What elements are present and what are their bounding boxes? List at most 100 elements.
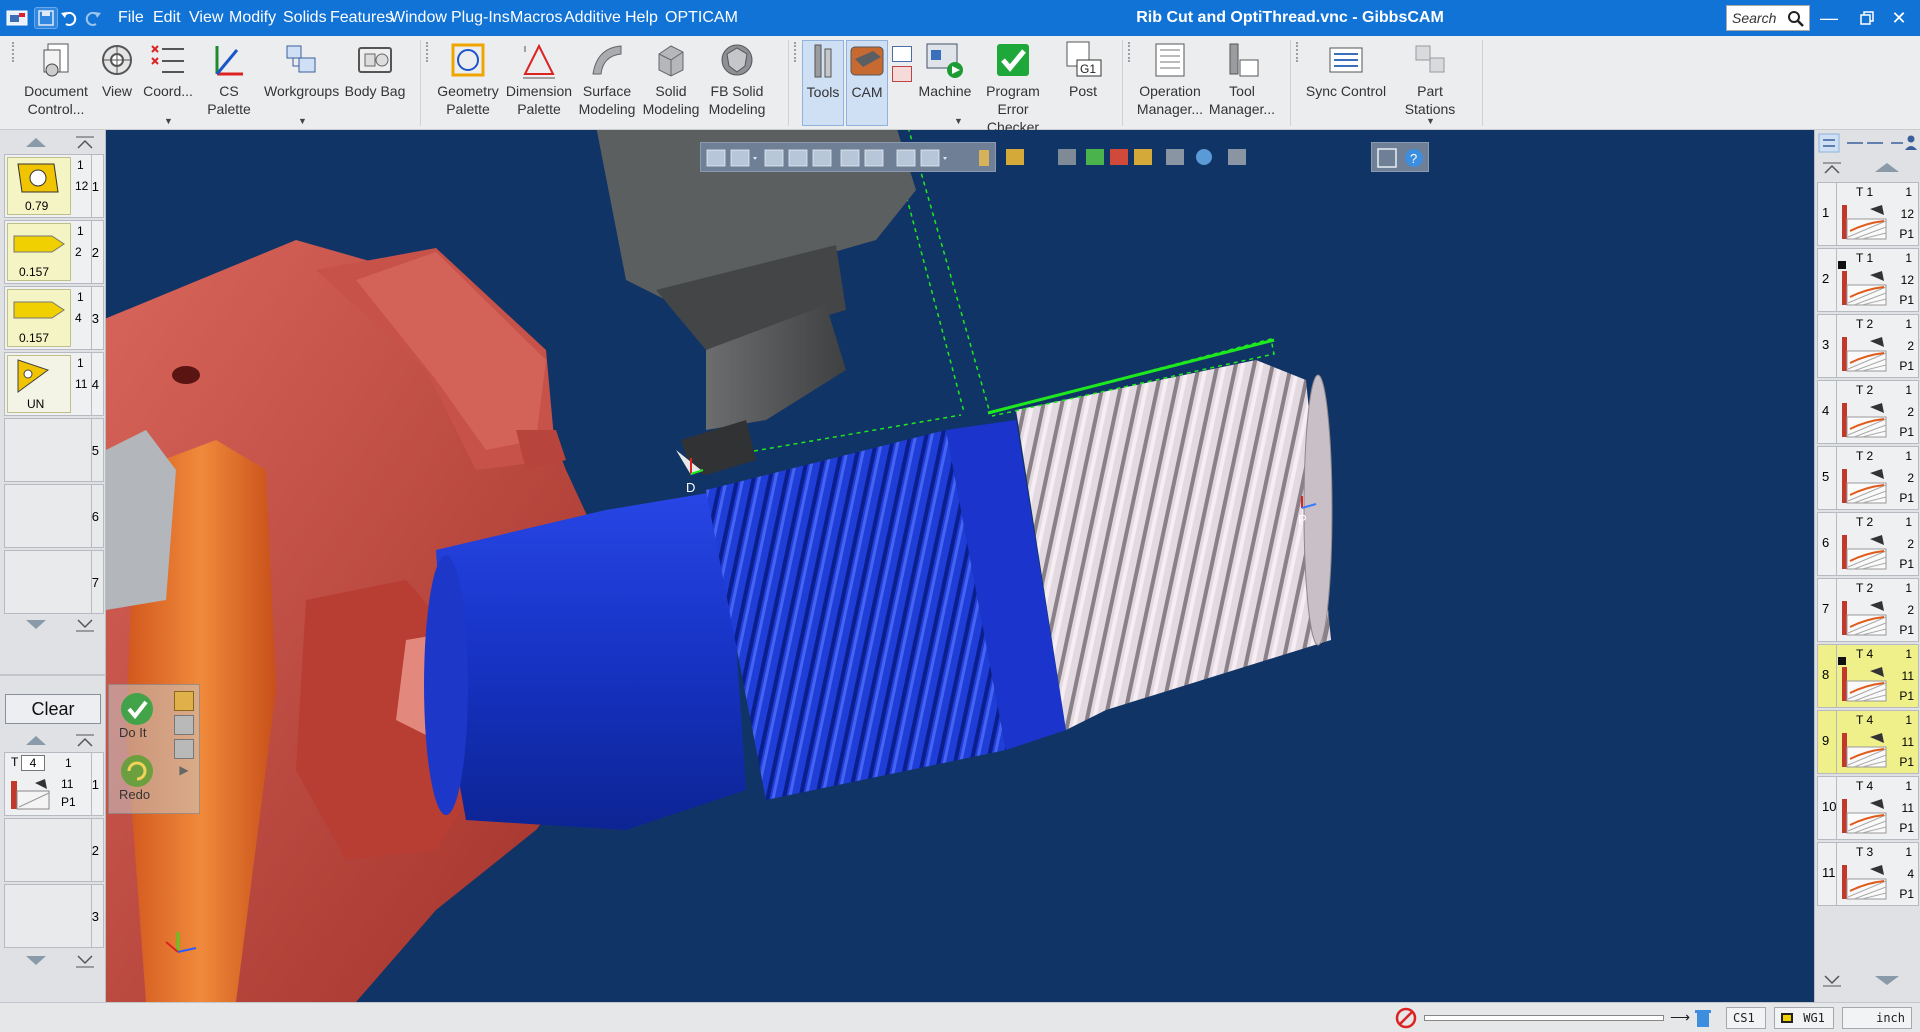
tool-display-icon[interactable] (1134, 149, 1152, 165)
zoom-fit-icon[interactable] (706, 149, 726, 167)
coordinate-system-field[interactable]: CS1 (1726, 1007, 1766, 1029)
tool-slot[interactable]: 7 (4, 550, 104, 614)
operation-scroll-up-icon[interactable] (1817, 160, 1919, 176)
operation-item[interactable]: 7 T 2 1 2 P1 (1817, 578, 1919, 642)
undo-icon[interactable] (58, 7, 82, 29)
menu-macros[interactable]: Macros (510, 9, 562, 27)
menu-file[interactable]: File (118, 9, 144, 27)
minimize-icon[interactable]: — (1810, 0, 1848, 36)
operation-item[interactable]: 4 T 2 1 2 P1 (1817, 380, 1919, 444)
machine-button[interactable]: Machine (918, 40, 972, 126)
post-button[interactable]: G1 Post (1058, 40, 1108, 126)
ribbon-grip[interactable] (12, 42, 16, 62)
part-stations-dropdown-icon[interactable]: ▼ (1426, 116, 1435, 126)
shade-icon[interactable] (764, 149, 784, 167)
process-scroll-up-icon[interactable] (4, 732, 104, 750)
menu-help[interactable]: Help (625, 9, 658, 27)
menu-edit[interactable]: Edit (153, 9, 181, 27)
dimension-palette-button[interactable]: Dimension Palette (504, 40, 574, 126)
window-icon[interactable] (892, 46, 912, 62)
process-slot[interactable]: T 4 1 11 P1 1 (4, 752, 104, 816)
workgroup-field[interactable]: WG1 (1774, 1007, 1834, 1029)
part-stations-button[interactable]: Part Stations (1390, 40, 1470, 126)
view-toolbar-help[interactable]: ? (1371, 142, 1429, 172)
fixture-icon[interactable] (1110, 149, 1128, 165)
operation-item[interactable]: 11 T 3 1 4 P1 (1817, 842, 1919, 906)
layer-icon[interactable] (840, 149, 860, 167)
fb-solid-modeling-button[interactable]: FB Solid Modeling (704, 40, 770, 126)
tool-manager-button[interactable]: Tool Manager... (1208, 40, 1276, 126)
ribbon-grip[interactable] (794, 42, 798, 62)
workgroups-button[interactable]: Workgroups (264, 40, 339, 126)
operation-scroll-down-icon[interactable] (1817, 972, 1919, 988)
gibbscam-app-icon[interactable] (6, 8, 30, 28)
coord-button[interactable]: Coord... (142, 40, 194, 126)
tool-slot[interactable]: 1 4 0.157 3 (4, 286, 104, 350)
user-icon[interactable] (1907, 135, 1915, 143)
cam-button[interactable]: CAM (846, 40, 888, 126)
wireframe-icon[interactable] (788, 149, 808, 167)
process-scroll-down-icon[interactable] (4, 952, 104, 970)
tool-list-scroll-up-icon[interactable] (4, 134, 104, 152)
transparency-icon[interactable] (812, 149, 832, 167)
redo-icon[interactable] (82, 7, 106, 29)
operation-item[interactable]: 6 T 2 1 2 P1 (1817, 512, 1919, 576)
expand-icon[interactable]: ▶ (174, 763, 194, 783)
menu-opticam[interactable]: OPTICAM (665, 9, 738, 27)
surface-modeling-button[interactable]: Surface Modeling (576, 40, 638, 126)
operation-item[interactable]: 10 T 4 1 11 P1 (1817, 776, 1919, 840)
process-slot[interactable]: 3 (4, 884, 104, 948)
fullscreen-icon[interactable] (1377, 148, 1397, 168)
operation-manager-button[interactable]: Operation Manager... (1134, 40, 1206, 126)
operation-item[interactable]: 1 T 1 1 12 P1 (1817, 182, 1919, 246)
operation-item[interactable]: 9T 4 1 11 P1 (1817, 710, 1919, 774)
units-field[interactable]: inch (1842, 1007, 1912, 1029)
pin-icon[interactable]: ⟶ (1670, 1009, 1690, 1026)
section-icon[interactable] (1166, 149, 1184, 165)
3d-viewport[interactable]: D P ? (106, 130, 1814, 1002)
render-mode-icon[interactable] (1196, 149, 1212, 165)
tool-slot[interactable]: 1 11 UN 4 (4, 352, 104, 416)
view-box-icon[interactable] (730, 149, 750, 167)
camera-icon[interactable] (1228, 149, 1246, 165)
body-bag-button[interactable]: Body Bag (342, 40, 408, 126)
machine-dropdown-icon[interactable]: ▼ (954, 116, 963, 126)
menu-window[interactable]: Window (390, 9, 447, 27)
search-box[interactable]: Search (1726, 5, 1810, 31)
menu-features[interactable]: Features (330, 9, 393, 27)
menu-solids[interactable]: Solids (283, 9, 327, 27)
ribbon-grip[interactable] (1296, 42, 1300, 62)
sync-control-button[interactable]: Sync Control (1304, 40, 1388, 126)
view-toolbar[interactable] (700, 142, 996, 172)
open-folder-icon[interactable] (174, 691, 194, 711)
folder-icon[interactable] (174, 739, 194, 759)
part-display-icon[interactable] (1006, 149, 1024, 165)
menu-plug-ins[interactable]: Plug-Ins (451, 9, 510, 27)
menu-modify[interactable]: Modify (229, 9, 276, 27)
tool-list-scroll-down-icon[interactable] (4, 616, 104, 634)
folder-icon[interactable] (174, 715, 194, 735)
stop-icon[interactable] (1395, 1007, 1417, 1029)
do-it-button[interactable]: Do It (117, 689, 165, 749)
ribbon-grip[interactable] (1128, 42, 1132, 62)
program-error-checker-button[interactable]: Program Error Checker (972, 40, 1054, 135)
process-tool-field[interactable]: 4 (21, 755, 45, 771)
menu-view[interactable]: View (189, 9, 223, 27)
ribbon-grip[interactable] (426, 42, 430, 62)
operation-item[interactable]: 8T 4 1 11 P1 (1817, 644, 1919, 708)
search-icon[interactable] (1787, 10, 1805, 28)
stock-icon[interactable] (1058, 149, 1076, 165)
clear-button[interactable]: Clear (5, 694, 101, 724)
operation-item[interactable]: 3 T 2 1 2 P1 (1817, 314, 1919, 378)
tool-slot[interactable]: 1 2 0.157 2 (4, 220, 104, 284)
display-options-icon[interactable] (920, 149, 940, 167)
render-icon[interactable] (892, 66, 912, 82)
redo-button[interactable]: Redo (117, 751, 165, 811)
solid-modeling-button[interactable]: Solid Modeling (640, 40, 702, 126)
document-control-button[interactable]: Document Control... (20, 40, 92, 126)
solid-display-icon[interactable] (1086, 149, 1104, 165)
color-icon[interactable] (864, 149, 884, 167)
process-slot[interactable]: 2 (4, 818, 104, 882)
tool-slot[interactable]: 6 (4, 484, 104, 548)
tool-slot[interactable]: 1 12 0.79 1 (4, 154, 104, 218)
